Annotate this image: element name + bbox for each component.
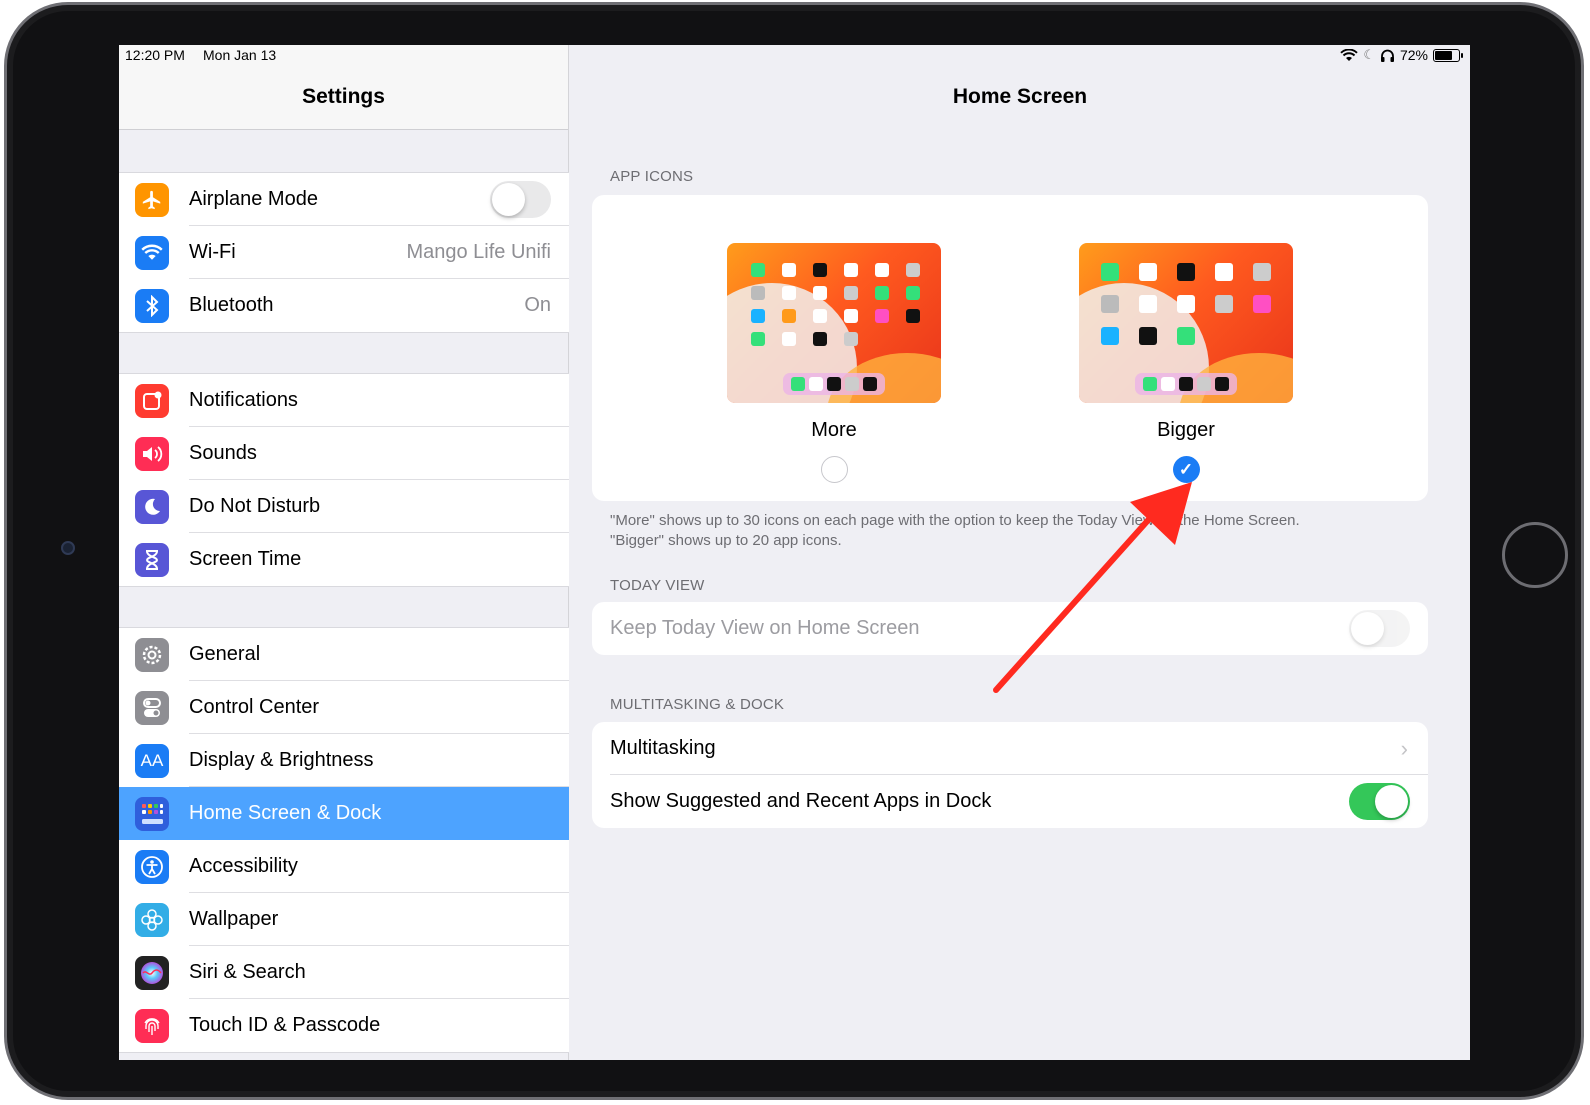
hourglass-icon — [135, 543, 169, 577]
sidebar-item-label: Home Screen & Dock — [189, 802, 382, 824]
headphones-status-icon — [1380, 49, 1394, 62]
sidebar-item-notifications[interactable]: Notifications — [119, 374, 569, 427]
airplane-mode-toggle[interactable] — [490, 181, 551, 218]
wifi-icon — [135, 236, 169, 270]
multitasking-row[interactable]: Multitasking › — [592, 722, 1428, 775]
sidebar-item-label: Display & Brightness — [189, 749, 374, 771]
option-label: Bigger — [1157, 419, 1215, 441]
sidebar-title: Settings — [302, 85, 385, 108]
sidebar-item-siri-search[interactable]: Siri & Search — [119, 946, 569, 999]
sidebar-item-label: Wi-Fi — [189, 241, 236, 263]
sidebar-item-sounds[interactable]: Sounds — [119, 427, 569, 480]
sidebar-item-label: Bluetooth — [189, 294, 274, 316]
home-grid-icon — [135, 797, 169, 831]
multitasking-label: Multitasking — [610, 737, 716, 759]
footnote-bigger: "Bigger" shows up to 20 app icons. — [610, 532, 842, 549]
app-icons-option-bigger[interactable]: Bigger ✓ — [1079, 243, 1293, 483]
sidebar-item-accessibility[interactable]: Accessibility — [119, 840, 569, 893]
sidebar-item-wallpaper[interactable]: Wallpaper — [119, 893, 569, 946]
sidebar-item-label: Accessibility — [189, 855, 298, 877]
speaker-icon — [135, 437, 169, 471]
sidebar-item-do-not-disturb[interactable]: Do Not Disturb — [119, 480, 569, 533]
sidebar-item-touch-id-passcode[interactable]: Touch ID & Passcode — [119, 999, 569, 1052]
bluetooth-value: On — [524, 294, 551, 316]
sidebar-item-display-brightness[interactable]: AA Display & Brightness — [119, 734, 569, 787]
page-title: Home Screen — [952, 85, 1088, 108]
settings-sidebar: Settings Airplane Mode Wi-Fi Mango Life … — [119, 45, 569, 1060]
status-time: 12:20 PM — [125, 47, 185, 63]
gear-icon — [135, 638, 169, 672]
sidebar-item-label: Control Center — [189, 696, 320, 718]
app-icons-card: More Bigger ✓ — [592, 195, 1428, 501]
section-header-today-view: TODAY VIEW — [610, 577, 705, 594]
more-layout-preview — [727, 243, 941, 403]
siri-icon — [135, 956, 169, 990]
sidebar-item-screen-time[interactable]: Screen Time — [119, 533, 569, 586]
suggested-apps-row: Show Suggested and Recent Apps in Dock — [592, 775, 1428, 828]
sidebar-item-control-center[interactable]: Control Center — [119, 681, 569, 734]
sidebar-group-connectivity: Airplane Mode Wi-Fi Mango Life Unifi Blu… — [119, 172, 569, 333]
status-right: ☾ 72% — [1340, 47, 1463, 63]
moon-status-icon: ☾ — [1363, 47, 1375, 62]
sidebar-item-general[interactable]: General — [119, 628, 569, 681]
footnote-more: "More" shows up to 30 icons on each page… — [610, 512, 1300, 529]
today-view-card: Keep Today View on Home Screen — [592, 602, 1428, 655]
sidebar-item-label: Sounds — [189, 442, 257, 464]
flower-icon — [135, 903, 169, 937]
sidebar-item-label: Wallpaper — [189, 908, 279, 930]
wifi-network-value: Mango Life Unifi — [406, 241, 551, 263]
app-icons-footnote: "More" shows up to 30 icons on each page… — [610, 511, 1410, 551]
section-header-multitasking: MULTITASKING & DOCK — [610, 696, 785, 713]
chevron-right-icon: › — [1400, 736, 1408, 761]
sidebar-item-airplane-mode[interactable]: Airplane Mode — [119, 173, 569, 226]
fingerprint-icon — [135, 1009, 169, 1043]
sidebar-item-wifi[interactable]: Wi-Fi Mango Life Unifi — [119, 226, 569, 279]
text-size-icon: AA — [135, 744, 169, 778]
bigger-layout-preview — [1079, 243, 1293, 403]
today-view-toggle[interactable] — [1349, 610, 1410, 647]
battery-percent: 72% — [1399, 47, 1428, 63]
notifications-icon — [135, 384, 169, 418]
sidebar-item-label: General — [189, 643, 261, 665]
sidebar-item-label: Screen Time — [189, 548, 302, 570]
sidebar-item-label: Do Not Disturb — [189, 495, 321, 517]
today-view-label: Keep Today View on Home Screen — [610, 617, 920, 639]
home-screen-detail: Home Screen APP ICONS More Bigger ✓ "Mor… — [570, 45, 1470, 1060]
home-button[interactable] — [1502, 522, 1568, 588]
camera-icon — [61, 541, 75, 555]
sidebar-group-notifications: Notifications Sounds Do Not Disturb Scre… — [119, 373, 569, 587]
status-date: Mon Jan 13 — [203, 47, 277, 63]
multitasking-card: Multitasking › Show Suggested and Recent… — [592, 722, 1428, 828]
moon-icon — [135, 490, 169, 524]
sidebar-item-label: Airplane Mode — [189, 188, 318, 210]
sidebar-item-label: Siri & Search — [189, 961, 306, 983]
switches-icon — [135, 691, 169, 725]
status-bar: 12:20 PM Mon Jan 13 ☾ 72% — [119, 45, 1470, 67]
more-radio-button[interactable] — [820, 456, 848, 483]
sidebar-group-general: General Control Center AA Display & Brig… — [119, 627, 569, 1053]
screen: 12:20 PM Mon Jan 13 ☾ 72% Settings Airpl… — [119, 45, 1470, 1060]
sidebar-item-label: Notifications — [189, 389, 298, 411]
sidebar-item-bluetooth[interactable]: Bluetooth On — [119, 279, 569, 332]
bigger-radio-button[interactable]: ✓ — [1172, 456, 1200, 483]
suggested-apps-label: Show Suggested and Recent Apps in Dock — [610, 790, 992, 812]
sidebar-item-home-screen-dock[interactable]: Home Screen & Dock — [119, 787, 569, 840]
section-header-app-icons: APP ICONS — [610, 168, 694, 185]
airplane-icon — [135, 183, 169, 217]
app-icons-option-more[interactable]: More — [727, 243, 941, 483]
bluetooth-icon — [135, 289, 169, 323]
suggested-apps-toggle[interactable] — [1349, 783, 1410, 820]
sidebar-item-label: Touch ID & Passcode — [189, 1014, 381, 1036]
today-view-row: Keep Today View on Home Screen — [592, 602, 1428, 655]
battery-icon — [1433, 48, 1463, 62]
option-label: More — [811, 419, 857, 441]
accessibility-icon — [135, 850, 169, 884]
wifi-status-icon — [1340, 48, 1359, 61]
